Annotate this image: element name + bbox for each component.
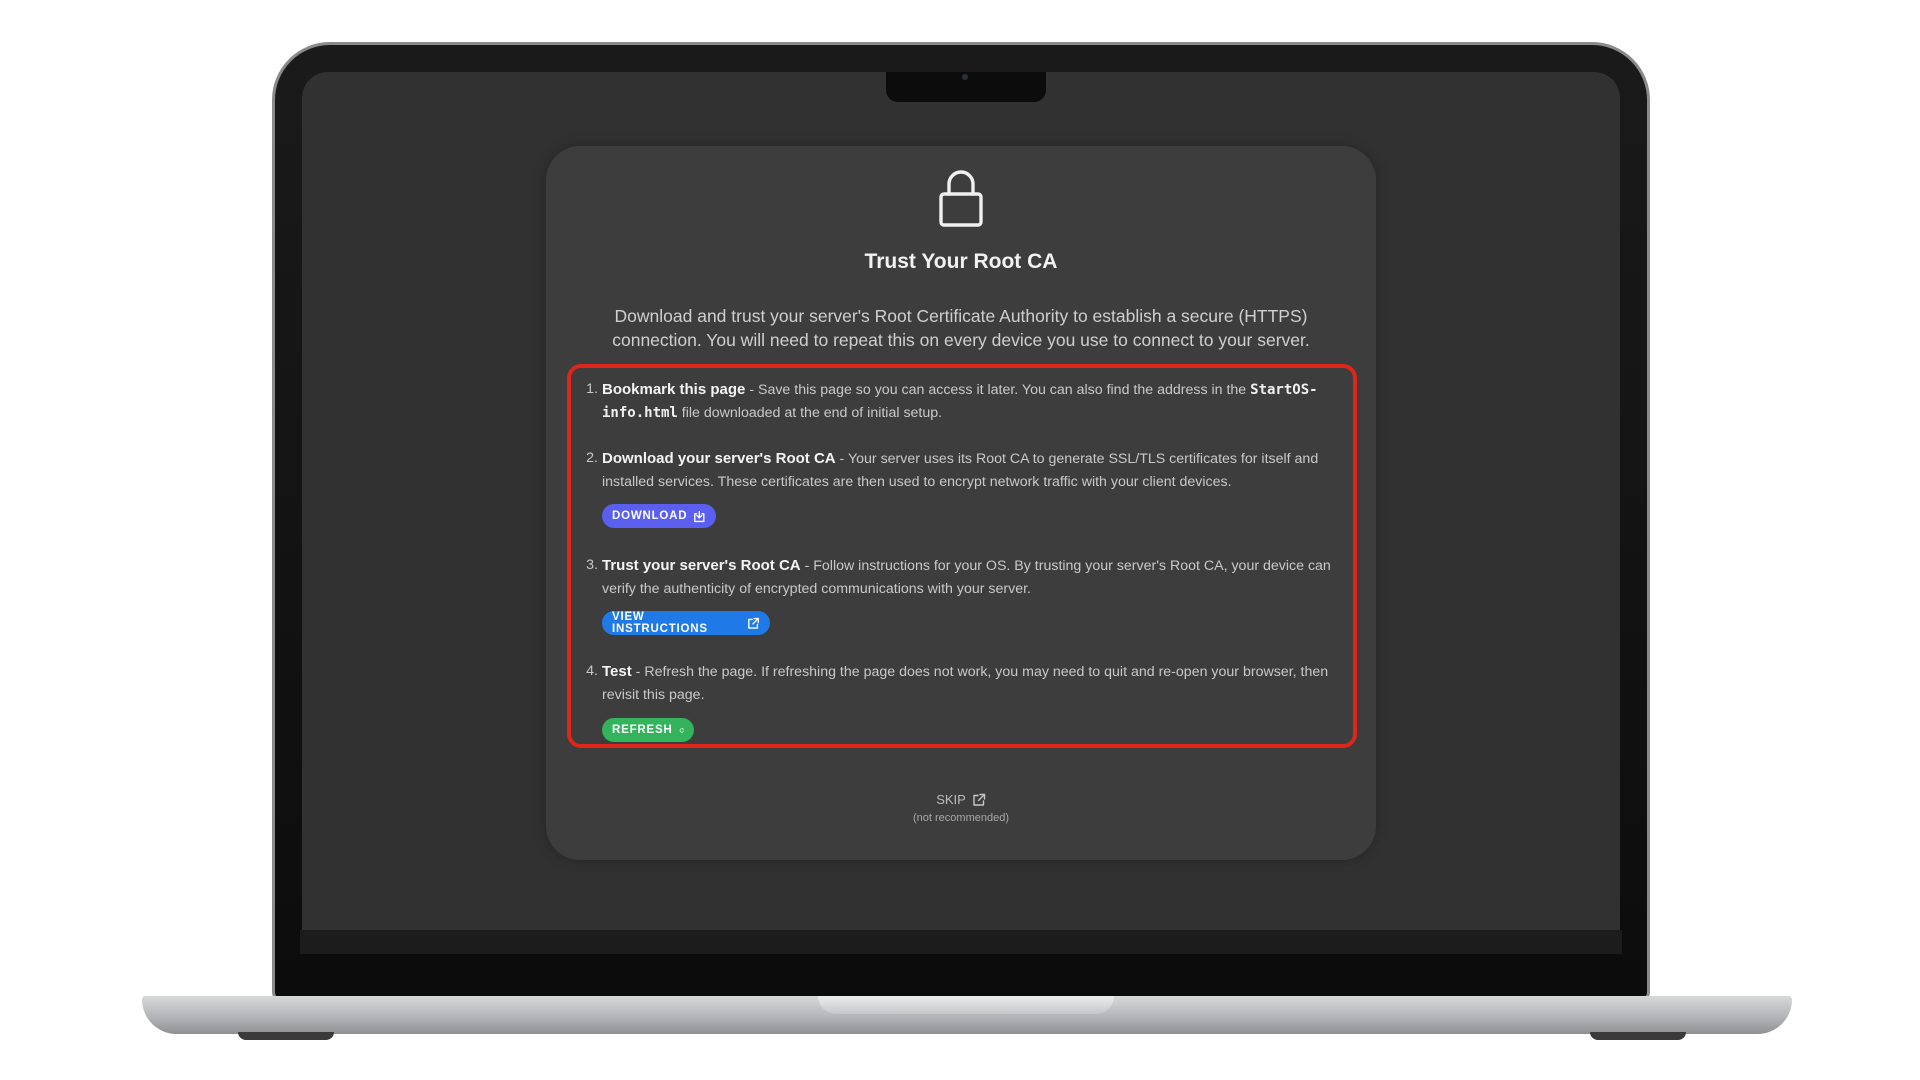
page-title: Trust Your Root CA (864, 250, 1058, 273)
laptop-foot-left (238, 1032, 334, 1040)
download-button-label: DOWNLOAD (612, 510, 688, 522)
step-body: Test - Refresh the page. If refreshing t… (602, 660, 1348, 707)
download-icon (694, 510, 705, 522)
step-number: 4. (586, 663, 598, 679)
step-test: 4. Test - Refresh the page. If refreshin… (584, 660, 1348, 707)
step-bookmark: 1. Bookmark this page - Save this page s… (584, 378, 1348, 425)
step-trust: 3. Trust your server's Root CA - Follow … (584, 554, 1348, 601)
laptop-foot-right (1590, 1032, 1686, 1040)
refresh-button-label: REFRESH (612, 724, 673, 736)
step-heading: Download your server's Root CA (602, 450, 836, 467)
skip-note: (not recommended) (913, 812, 1009, 824)
view-instructions-button[interactable]: VIEW INSTRUCTIONS (602, 611, 770, 635)
view-instructions-label: VIEW INSTRUCTIONS (612, 611, 708, 635)
step-text: file downloaded at the end of initial se… (677, 405, 943, 421)
step-heading: Bookmark this page (602, 381, 746, 398)
intro-text: Download and trust your server's Root Ce… (612, 306, 1310, 350)
external-link-icon (748, 617, 760, 629)
step-body: Bookmark this page - Save this page so y… (602, 378, 1348, 425)
step-body: Trust your server's Root CA - Follow ins… (602, 554, 1348, 601)
skip-link[interactable]: SKIP (546, 792, 1376, 807)
skip-label: SKIP (936, 792, 966, 807)
external-link-icon (973, 793, 986, 806)
root-ca-card: Trust Your Root CA Download and trust yo… (546, 146, 1376, 860)
screen-bottom-bezel (300, 930, 1622, 954)
step-text: - Save this page so you can access it la… (745, 382, 1251, 398)
step-heading: Trust your server's Root CA (602, 557, 801, 574)
step-number: 1. (586, 381, 598, 397)
refresh-button[interactable]: REFRESH (602, 718, 694, 742)
step-heading: Test (602, 663, 632, 680)
download-button[interactable]: DOWNLOAD (602, 504, 716, 528)
step-text: - Refresh the page. If refreshing the pa… (602, 664, 1329, 703)
step-download: 2. Download your server's Root CA - Your… (584, 447, 1348, 494)
laptop-mockup: Trust Your Root CA Download and trust yo… (0, 0, 1920, 1080)
step-number: 3. (586, 557, 598, 573)
lock-icon (939, 170, 983, 227)
laptop-base-groove (818, 996, 1114, 1014)
step-number: 2. (586, 450, 598, 466)
step-body: Download your server's Root CA - Your se… (602, 447, 1348, 494)
camera-dot (962, 74, 968, 80)
refresh-icon (679, 727, 684, 732)
